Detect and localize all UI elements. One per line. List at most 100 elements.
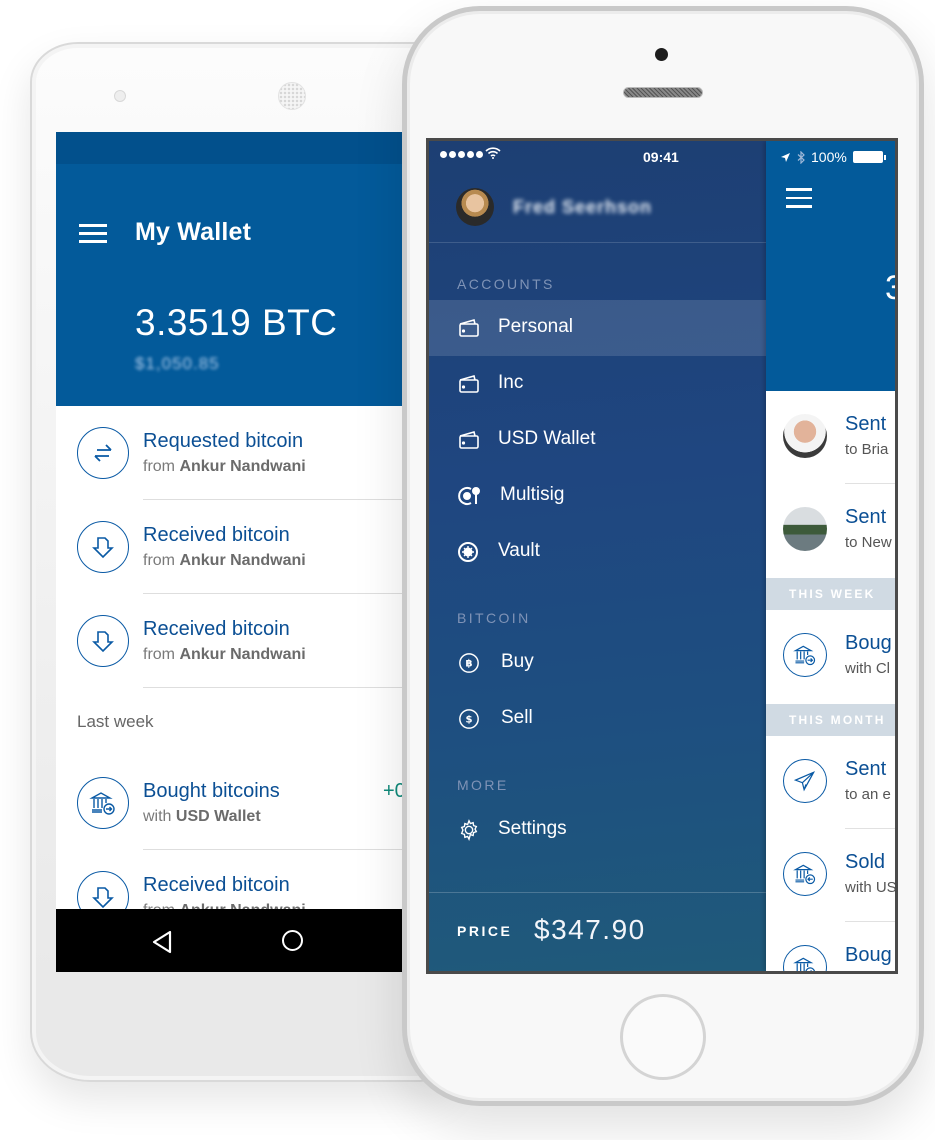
wallet-icon — [459, 319, 479, 337]
transaction-row[interactable]: Received bitcoin from Ankur Nandwani — [56, 594, 406, 688]
back-triangle-icon[interactable] — [151, 930, 173, 954]
transaction-subtitle: with Cl — [845, 660, 891, 677]
transaction-row[interactable]: Sent to New — [766, 484, 895, 577]
transaction-row[interactable]: Received bitcoin from Ankur Nandwani — [56, 500, 406, 594]
transaction-list: Requested bitcoin from Ankur Nandwani Re… — [56, 406, 406, 944]
more-heading: MORE — [457, 777, 509, 793]
transaction-title: Received bitcoin — [143, 618, 290, 640]
section-header-last-week: Last week — [56, 688, 406, 756]
transaction-subtitle: to New — [845, 534, 892, 551]
transaction-title: Received bitcoin — [143, 874, 290, 896]
home-circle-icon[interactable] — [282, 930, 303, 951]
bank-buy-icon — [77, 777, 129, 829]
accounts-heading: ACCOUNTS — [457, 276, 555, 292]
price-bar: PRICE $347.90 — [429, 892, 766, 971]
transaction-title: Requested bitcoin — [143, 430, 304, 452]
hamburger-menu-icon[interactable] — [786, 188, 812, 214]
transaction-subtitle: with US — [845, 879, 897, 896]
signal-dots-icon — [440, 151, 483, 158]
drawer-item-vault[interactable]: Vault — [429, 524, 766, 580]
drawer-item-buy[interactable]: ฿ Buy — [429, 635, 766, 691]
android-nav-bar — [56, 909, 406, 972]
main-header: 3 — [766, 141, 895, 391]
android-screen: My Wallet 3.3519 BTC $1,050.85 Requested… — [56, 132, 406, 972]
avatar — [783, 507, 827, 551]
hamburger-menu-icon[interactable] — [79, 224, 107, 244]
dollar-circle-icon: $ — [459, 709, 479, 729]
wallet-icon — [459, 375, 479, 393]
location-arrow-icon — [781, 152, 790, 162]
user-profile[interactable]: Fred Seerhson — [429, 171, 766, 243]
transaction-title: Bought bitcoins — [143, 780, 280, 802]
transaction-row[interactable]: Requested bitcoin from Ankur Nandwani — [56, 406, 406, 500]
svg-text:$: $ — [465, 715, 472, 726]
transaction-subtitle: from Ankur Nandwani — [143, 646, 306, 663]
transaction-subtitle: from Ankur Nandwani — [143, 458, 306, 475]
swap-arrows-icon — [77, 427, 129, 479]
transaction-row[interactable]: Sent to an e — [766, 736, 895, 829]
android-status-bar — [56, 132, 406, 164]
receive-down-arrow-icon — [77, 521, 129, 573]
drawer-item-label: Buy — [501, 651, 534, 672]
price-value: $347.90 — [534, 914, 646, 945]
drawer-item-personal[interactable]: Personal — [429, 300, 766, 356]
transaction-subtitle: with USD Wallet — [143, 808, 261, 825]
price-label: PRICE — [457, 923, 513, 939]
transaction-title: Received bitcoin — [143, 524, 290, 546]
paper-plane-send-icon — [783, 759, 827, 803]
earpiece-speaker — [623, 87, 703, 98]
transaction-row[interactable]: Sent to Bria — [766, 391, 895, 484]
drawer-item-label: USD Wallet — [498, 428, 596, 449]
section-label: THIS MONTH — [789, 713, 886, 727]
navigation-drawer: Fred Seerhson ACCOUNTS Personal Inc USD … — [429, 141, 766, 971]
drawer-item-sell[interactable]: $ Sell — [429, 691, 766, 747]
page-title: My Wallet — [135, 218, 252, 246]
bank-buy-icon — [783, 633, 827, 677]
transaction-title: Sent — [845, 758, 887, 780]
drawer-item-label: Personal — [498, 316, 573, 337]
section-header-this-week: THIS WEEK — [766, 578, 895, 610]
ios-status-bar: 09:41 100% — [429, 141, 895, 171]
btc-balance: 3.3519 BTC — [135, 302, 338, 343]
battery-percent: 100% — [811, 149, 847, 165]
drawer-item-label: Vault — [498, 540, 540, 561]
wifi-icon — [485, 147, 501, 159]
avatar — [456, 188, 494, 226]
avatar — [783, 414, 827, 458]
vault-key-icon — [458, 487, 480, 505]
vault-icon — [458, 542, 478, 562]
transaction-subtitle: to Bria — [845, 441, 889, 458]
section-label: Last week — [77, 712, 154, 731]
drawer-item-multisig[interactable]: Multisig — [429, 468, 766, 524]
drawer-item-inc[interactable]: Inc — [429, 356, 766, 412]
bitcoin-circle-icon: ฿ — [459, 653, 479, 673]
earpiece-speaker — [278, 82, 306, 110]
bank-buy-icon — [783, 945, 827, 971]
drawer-item-label: Sell — [501, 707, 533, 728]
proximity-sensor — [114, 90, 126, 102]
bitcoin-heading: BITCOIN — [457, 610, 531, 626]
front-camera — [655, 48, 668, 61]
transaction-row[interactable]: Sold with US — [766, 829, 897, 922]
section-header-this-month: THIS MONTH — [766, 704, 895, 736]
transaction-title: Sent — [845, 506, 887, 528]
transaction-title: Boug — [845, 632, 892, 654]
home-button[interactable] — [620, 994, 706, 1080]
transaction-row[interactable]: Boug with Cl — [766, 610, 895, 703]
receive-down-arrow-icon — [77, 615, 129, 667]
transaction-subtitle: to an e — [845, 786, 891, 803]
drawer-item-label: Inc — [498, 372, 524, 393]
drawer-item-usd-wallet[interactable]: USD Wallet — [429, 412, 766, 468]
transaction-row[interactable]: Bought bitcoins with USD Wallet +0 — [56, 756, 406, 850]
drawer-item-settings[interactable]: Settings — [429, 802, 766, 858]
wallet-icon — [459, 431, 479, 449]
user-name-blurred: Fred Seerhson — [513, 197, 653, 217]
transaction-title: Boug — [845, 944, 892, 966]
fiat-balance-blurred: $1,050.85 — [135, 354, 220, 373]
transaction-row[interactable]: Boug — [766, 922, 895, 971]
bank-sell-icon — [783, 852, 827, 896]
bluetooth-icon — [797, 150, 805, 164]
transaction-title: Sold — [845, 851, 886, 873]
wallet-header: My Wallet 3.3519 BTC $1,050.85 — [56, 164, 406, 406]
main-wallet-screen-peek[interactable]: 3 Sent to Bria Sent to New THIS WEEK Bou… — [766, 141, 897, 971]
